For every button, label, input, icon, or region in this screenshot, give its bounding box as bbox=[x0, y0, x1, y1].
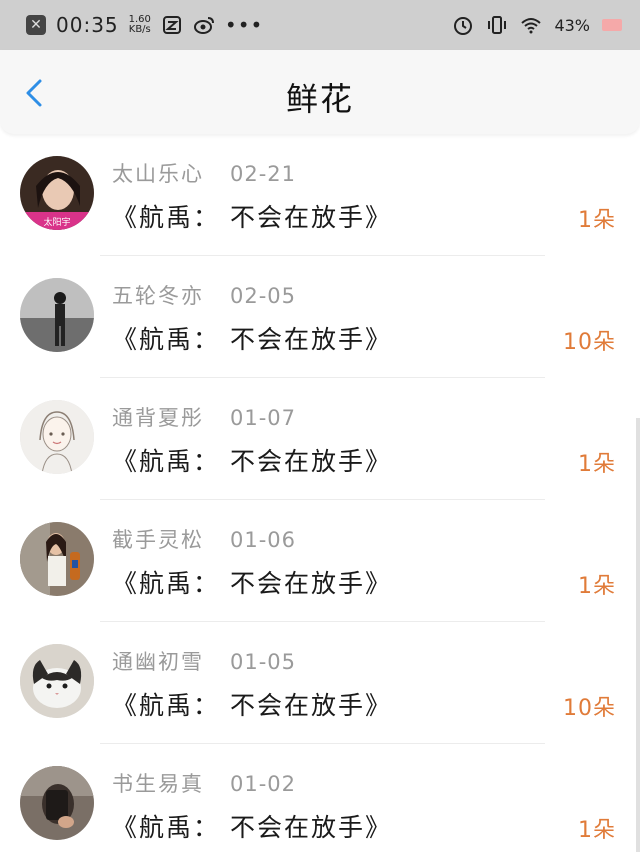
avatar[interactable] bbox=[20, 278, 94, 352]
flower-count: 1朵 bbox=[578, 452, 616, 477]
avatar-caption: 太阳宇 bbox=[43, 216, 70, 228]
gift-message: 《航禹： 不会在放手》 bbox=[112, 325, 392, 354]
sender-name: 五轮冬亦 bbox=[112, 284, 204, 308]
gift-message: 《航禹： 不会在放手》 bbox=[112, 569, 392, 598]
list-item[interactable]: 太阳宇 太山乐心 02-21 《航禹： 不会在放手》 1朵 bbox=[0, 134, 640, 256]
list-item[interactable]: 书生易真 01-02 《航禹： 不会在放手》 1朵 bbox=[0, 744, 640, 866]
sender-line: 太山乐心 02-21 bbox=[112, 158, 296, 188]
wifi-icon bbox=[521, 18, 542, 34]
sent-date: 01-07 bbox=[230, 406, 297, 430]
more-notifications: ••• bbox=[224, 13, 264, 37]
list-item[interactable]: 截手灵松 01-06 《航禹： 不会在放手》 1朵 bbox=[0, 500, 640, 622]
sender-name: 截手灵松 bbox=[112, 528, 204, 552]
alarm-icon bbox=[454, 17, 473, 35]
sender-line: 通幽初雪 01-05 bbox=[112, 646, 296, 676]
close-icon: ✕ bbox=[26, 15, 46, 35]
gift-message: 《航禹： 不会在放手》 bbox=[112, 203, 392, 232]
avatar[interactable] bbox=[20, 522, 94, 596]
sent-date: 01-02 bbox=[230, 772, 297, 796]
sender-name: 书生易真 bbox=[112, 772, 204, 796]
list-item[interactable]: 五轮冬亦 02-05 《航禹： 不会在放手》 10朵 bbox=[0, 256, 640, 378]
sender-name: 太山乐心 bbox=[112, 162, 204, 186]
status-bar: ✕ 00:35 1.60 KB/s ••• 43% bbox=[0, 0, 640, 50]
network-speed: 1.60 KB/s bbox=[129, 15, 151, 35]
network-speed-unit: KB/s bbox=[128, 24, 151, 35]
gift-message: 《航禹： 不会在放手》 bbox=[112, 813, 392, 842]
weibo-icon bbox=[193, 17, 214, 34]
sender-name: 通幽初雪 bbox=[112, 650, 204, 674]
gift-message: 《航禹： 不会在放手》 bbox=[112, 447, 392, 476]
sent-date: 02-21 bbox=[230, 162, 297, 186]
sent-date: 02-05 bbox=[230, 284, 297, 308]
avatar[interactable] bbox=[20, 766, 94, 840]
status-bar-right: 43% bbox=[452, 14, 622, 36]
avatar[interactable]: 太阳宇 bbox=[20, 156, 94, 230]
flower-count: 10朵 bbox=[563, 330, 616, 355]
list-item[interactable]: 通背夏彤 01-07 《航禹： 不会在放手》 1朵 bbox=[0, 378, 640, 500]
flower-count: 10朵 bbox=[563, 696, 616, 721]
sent-date: 01-06 bbox=[230, 528, 297, 552]
vibrate-icon bbox=[488, 16, 507, 34]
sender-line: 书生易真 01-02 bbox=[112, 768, 296, 798]
flower-count: 1朵 bbox=[578, 208, 616, 233]
status-bar-left: ✕ 00:35 1.60 KB/s ••• bbox=[26, 13, 263, 37]
sender-name: 通背夏彤 bbox=[112, 406, 204, 430]
nav-bar: 鲜花 bbox=[0, 50, 640, 134]
avatar[interactable] bbox=[20, 644, 94, 718]
sender-line: 五轮冬亦 02-05 bbox=[112, 280, 296, 310]
qq-icon bbox=[162, 16, 181, 34]
sent-date: 01-05 bbox=[230, 650, 297, 674]
flower-count: 1朵 bbox=[578, 574, 616, 599]
battery-icon bbox=[602, 19, 622, 31]
sender-line: 通背夏彤 01-07 bbox=[112, 402, 296, 432]
status-time: 00:35 bbox=[56, 13, 119, 37]
avatar[interactable] bbox=[20, 400, 94, 474]
sender-line: 截手灵松 01-06 bbox=[112, 524, 296, 554]
list-item[interactable]: 通幽初雪 01-05 《航禹： 不会在放手》 10朵 bbox=[0, 622, 640, 744]
flower-count: 1朵 bbox=[578, 818, 616, 843]
scrollbar[interactable] bbox=[636, 418, 640, 852]
flower-list: 太阳宇 太山乐心 02-21 《航禹： 不会在放手》 1朵 五轮冬亦 02-05 bbox=[0, 134, 640, 866]
gift-message: 《航禹： 不会在放手》 bbox=[112, 691, 392, 720]
battery-percentage: 43% bbox=[554, 15, 590, 35]
page-title: 鲜花 bbox=[285, 80, 354, 118]
